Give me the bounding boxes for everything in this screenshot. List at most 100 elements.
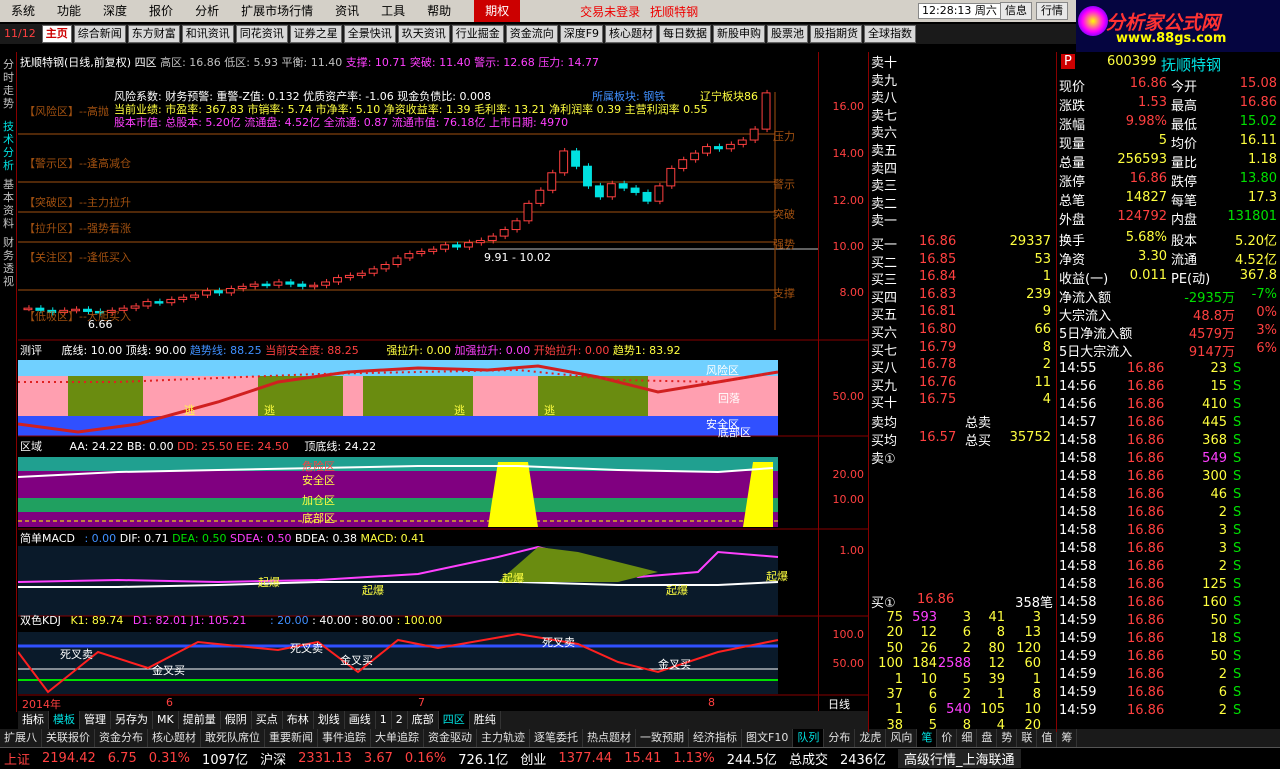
buy-label: 买三	[871, 273, 898, 289]
sell-row[interactable]: 卖十	[869, 52, 1057, 71]
buy-row[interactable]: 买六 16.80 66	[869, 322, 1057, 341]
queue-cell: 80	[988, 640, 1005, 656]
tab[interactable]: 逐笔委托	[530, 729, 583, 747]
btab[interactable]: 布林	[283, 711, 314, 729]
btab[interactable]: 假阴	[221, 711, 252, 729]
tick-row: 14:58 16.86 2 S	[1057, 505, 1280, 524]
tb-stockstar[interactable]: 证券之星	[289, 25, 342, 43]
tab[interactable]: 重要新闻	[265, 729, 318, 747]
tb-news[interactable]: 综合新闻	[73, 25, 126, 43]
info-button[interactable]: 信息	[1000, 2, 1032, 20]
btab[interactable]: 另存为	[111, 711, 153, 729]
sell-row[interactable]: 卖五	[869, 140, 1057, 159]
buy-row[interactable]: 买一 16.86 29337	[869, 234, 1057, 253]
tab[interactable]: 扩展八	[0, 729, 42, 747]
tb-daily[interactable]: 每日数据	[659, 25, 712, 43]
tab[interactable]: 主力轨迹	[477, 729, 530, 747]
btab[interactable]: 管理	[80, 711, 111, 729]
buy-row[interactable]: 买九 16.76 11	[869, 375, 1057, 394]
tb-jiutian[interactable]: 玖天资讯	[397, 25, 450, 43]
btab[interactable]: 模板	[49, 711, 80, 729]
tab[interactable]: 资金分布	[95, 729, 148, 747]
tab-basic[interactable]: 基本资料	[1, 178, 16, 230]
quote-label: 内盘	[1171, 213, 1198, 228]
tab[interactable]: 事件追踪	[318, 729, 371, 747]
btab[interactable]: 买点	[252, 711, 283, 729]
buy-row[interactable]: 买三 16.84 1	[869, 269, 1057, 289]
btab[interactable]: 底部	[408, 711, 439, 729]
tb-ipo[interactable]: 新股申购	[713, 25, 766, 43]
btab[interactable]: 指标	[18, 711, 49, 729]
sell-row[interactable]: 卖三	[869, 175, 1057, 194]
chart-area[interactable]: 抚顺特钢(日线,前复权) 四区 高区: 16.86 低区: 5.93 平衡: 1…	[18, 52, 868, 712]
buy-row[interactable]: 买五 16.81 9	[869, 304, 1057, 323]
tb-industry[interactable]: 行业掘金	[451, 25, 504, 43]
buy1-label: 买①	[871, 596, 896, 611]
sell-row[interactable]: 卖六	[869, 122, 1057, 141]
tb-panorama[interactable]: 全景快讯	[343, 25, 396, 43]
tab[interactable]: 图文F10	[742, 729, 794, 747]
connection-status[interactable]: 高级行情_上海联通	[898, 749, 1021, 768]
tab-queue[interactable]: 队列	[793, 729, 825, 747]
btab[interactable]: 1	[376, 711, 392, 729]
tab[interactable]: 敢死队席位	[201, 729, 265, 747]
sell-label: 卖五	[871, 144, 898, 159]
btab[interactable]: 胜纯	[470, 711, 501, 729]
menu-depth[interactable]: 深度	[92, 0, 138, 22]
sell-row[interactable]: 卖一	[869, 210, 1057, 229]
buy-row[interactable]: 买十 16.75 4	[869, 392, 1057, 411]
tab[interactable]: 大单追踪	[371, 729, 424, 747]
tb-futures[interactable]: 股指期货	[810, 25, 863, 43]
menu-quote[interactable]: 报价	[138, 0, 184, 22]
menu-help[interactable]: 帮助	[416, 0, 462, 22]
btab[interactable]: 划线	[314, 711, 345, 729]
sell-row[interactable]: 卖八	[869, 87, 1057, 106]
tb-pool[interactable]: 股票池	[767, 25, 809, 43]
menu-tools[interactable]: 工具	[370, 0, 416, 22]
tab[interactable]: 一致预期	[636, 729, 689, 747]
tab[interactable]: 关联报价	[42, 729, 95, 747]
quote-button[interactable]: 行情	[1036, 2, 1068, 20]
p4-item: : 0.00	[84, 532, 117, 545]
btab[interactable]: MK	[153, 711, 179, 729]
btab[interactable]: 画线	[345, 711, 376, 729]
menu-ext-market[interactable]: 扩展市场行情	[230, 0, 324, 22]
sell-row[interactable]: 卖七	[869, 105, 1057, 124]
menu-info[interactable]: 资讯	[324, 0, 370, 22]
tab[interactable]: 资金驱动	[424, 729, 477, 747]
tab[interactable]: 经济指标	[689, 729, 742, 747]
tab-intraday[interactable]: 分时走势	[1, 58, 16, 110]
menu-function[interactable]: 功能	[46, 0, 92, 22]
btab[interactable]: 提前量	[179, 711, 221, 729]
tb-ths[interactable]: 同花资讯	[235, 25, 288, 43]
tb-global[interactable]: 全球指数	[864, 25, 917, 43]
queue-cell: 2	[962, 640, 971, 656]
p5-item: : 20.00	[269, 614, 309, 627]
candle	[535, 189, 545, 204]
tb-home[interactable]: 主页	[41, 25, 72, 43]
tb-hexun[interactable]: 和讯资讯	[181, 25, 234, 43]
btab[interactable]: 2	[392, 711, 408, 729]
menu-options[interactable]: 期权	[474, 0, 521, 22]
menu-analysis[interactable]: 分析	[184, 0, 230, 22]
tb-theme[interactable]: 核心题材	[605, 25, 658, 43]
buy-row[interactable]: 买四 16.83 239	[869, 287, 1057, 306]
btab[interactable]: 四区	[438, 711, 470, 729]
tab[interactable]: 热点题材	[583, 729, 636, 747]
sell-row[interactable]: 卖四	[869, 158, 1057, 177]
tab-technical[interactable]: 技术分析	[1, 120, 16, 172]
buy-row[interactable]: 买七 16.79 8	[869, 340, 1057, 359]
sell-row[interactable]: 卖九	[869, 70, 1057, 89]
candle	[666, 167, 676, 187]
tab[interactable]: 核心题材	[148, 729, 201, 747]
tb-f9[interactable]: 深度F9	[559, 25, 604, 43]
tab[interactable]: 分布	[824, 729, 856, 747]
buy-row[interactable]: 买八 16.78 2	[869, 357, 1057, 376]
tb-eastmoney[interactable]: 东方财富	[127, 25, 180, 43]
tab-finance[interactable]: 财务透视	[1, 236, 16, 288]
buy-row[interactable]: 买二 16.85 53	[869, 252, 1057, 271]
sell-row[interactable]: 卖二	[869, 193, 1057, 212]
menu-system[interactable]: 系统	[0, 0, 46, 22]
tb-fundflow[interactable]: 资金流向	[505, 25, 558, 43]
buy-volume: 9	[1042, 304, 1051, 320]
